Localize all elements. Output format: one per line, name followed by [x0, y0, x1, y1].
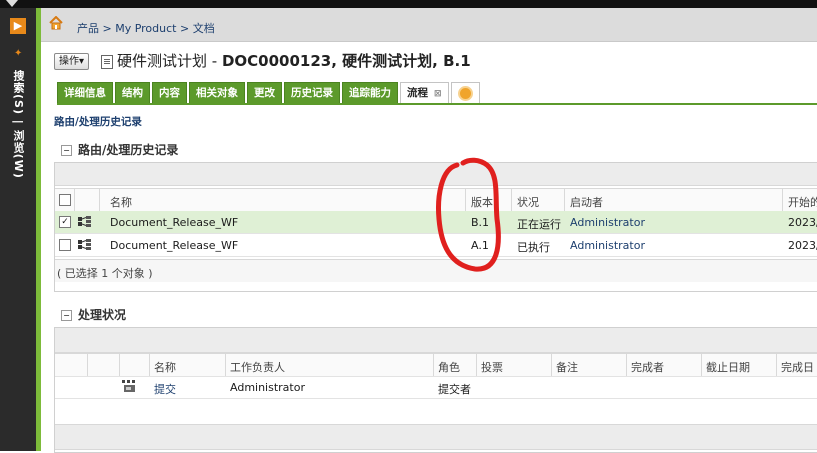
- column-comment[interactable]: 备注: [556, 359, 578, 375]
- breadcrumb-separator: >: [102, 22, 112, 35]
- title-separator: -: [207, 52, 222, 70]
- breadcrumb-bar: 产品 > My Product > 文档: [41, 8, 817, 42]
- table-toolbar: [55, 163, 817, 186]
- column-initiator[interactable]: 启动者: [570, 194, 603, 210]
- document-icon: [101, 55, 113, 69]
- row-initiator-link[interactable]: Administrator: [570, 239, 645, 252]
- task-name-link[interactable]: 提交: [154, 381, 176, 397]
- table-bottom-bar: [55, 424, 817, 450]
- document-name: 硬件测试计划: [117, 52, 208, 70]
- tab-content[interactable]: 内容: [152, 82, 187, 104]
- add-tab-button[interactable]: [450, 82, 480, 104]
- tab-underline: [57, 103, 817, 105]
- table-row[interactable]: ✓ Document_Release_WF B.1 正在运行 Administr…: [55, 211, 817, 234]
- left-navigator-rail: ▶ ✦ 搜索(S) | 浏览(W): [0, 8, 36, 451]
- workflow-icon: [78, 239, 91, 250]
- tab-structure[interactable]: 结构: [115, 82, 150, 104]
- row-start: 2023/: [788, 239, 817, 252]
- selection-count: ( 已选择 1 个对象 ): [57, 267, 153, 280]
- tab-history[interactable]: 历史记录: [284, 82, 340, 104]
- task-role: 提交者: [438, 383, 471, 396]
- column-vote[interactable]: 投票: [481, 359, 503, 375]
- breadcrumb: 产品 > My Product > 文档: [77, 20, 215, 36]
- expand-navigator-icon[interactable]: ▶: [10, 18, 26, 34]
- row-version: A.1: [471, 239, 489, 252]
- breadcrumb-item-product[interactable]: 产品: [77, 22, 99, 35]
- tab-details[interactable]: 详细信息: [57, 82, 113, 104]
- column-owner[interactable]: 工作负责人: [230, 359, 285, 375]
- column-completion-date[interactable]: 完成日: [781, 359, 814, 375]
- row-name[interactable]: Document_Release_WF: [110, 239, 238, 252]
- table-header-row: 名称 版本 状况 启动者 开始的: [55, 188, 817, 212]
- routing-section-title: 路由/处理历史记录: [78, 143, 179, 157]
- table-row[interactable]: 提交 Administrator 提交者: [55, 376, 817, 399]
- process-section-title: 处理状况: [78, 308, 127, 322]
- column-version[interactable]: 版本: [471, 194, 493, 210]
- tab-process-label: 流程: [407, 87, 428, 99]
- breadcrumb-separator: >: [179, 22, 190, 35]
- close-tab-icon[interactable]: ⊠: [434, 89, 442, 99]
- column-name[interactable]: 名称: [110, 194, 132, 210]
- row-status: 正在运行: [517, 218, 561, 231]
- select-all-checkbox[interactable]: [59, 194, 71, 206]
- table-header-row: 名称 工作负责人 角色 投票 备注 完成者 截止日期 完成日: [55, 353, 817, 377]
- tab-related-objects[interactable]: 相关对象: [189, 82, 245, 104]
- document-identity: DOC0000123, 硬件测试计划, B.1: [221, 52, 471, 70]
- page-subtitle: 路由/处理历史记录: [54, 116, 142, 128]
- breadcrumb-item-my-product[interactable]: My Product: [115, 22, 176, 35]
- row-initiator-link[interactable]: Administrator: [570, 216, 645, 229]
- process-section-header[interactable]: − 处理状况: [61, 306, 126, 323]
- row-name[interactable]: Document_Release_WF: [110, 216, 238, 229]
- column-status[interactable]: 状况: [517, 194, 539, 210]
- row-checkbox[interactable]: [59, 239, 71, 251]
- pin-icon[interactable]: ✦: [14, 48, 22, 59]
- task-icon: [122, 380, 135, 392]
- row-version: B.1: [471, 216, 490, 229]
- column-role[interactable]: 角色: [438, 359, 460, 375]
- column-start[interactable]: 开始的: [788, 194, 817, 210]
- main-content: 产品 > My Product > 文档 操作▾ 硬件测试计划 - DOC000…: [41, 8, 817, 453]
- column-name[interactable]: 名称: [154, 359, 176, 375]
- tab-traceability[interactable]: 追踪能力: [342, 82, 398, 104]
- row-start: 2023/: [788, 216, 817, 229]
- column-completed-by[interactable]: 完成者: [631, 359, 664, 375]
- routing-history-table: 名称 版本 状况 启动者 开始的 ✓ Document_Release_WF B…: [54, 162, 817, 292]
- tab-changes[interactable]: 更改: [247, 82, 282, 104]
- collapse-icon[interactable]: −: [61, 310, 72, 321]
- row-status: 已执行: [517, 241, 550, 254]
- table-footer: ( 已选择 1 个对象 ): [55, 259, 817, 282]
- row-checkbox[interactable]: ✓: [59, 216, 71, 228]
- routing-section-header[interactable]: − 路由/处理历史记录: [61, 141, 178, 158]
- actions-menu-button[interactable]: 操作▾: [54, 53, 90, 70]
- top-strip: [0, 0, 817, 8]
- navigator-search-browse-label[interactable]: 搜索(S) | 浏览(W): [10, 70, 26, 179]
- chevron-down-icon: ▾: [79, 56, 85, 67]
- add-tab-icon: [457, 85, 473, 101]
- info-page-tabs: 详细信息 结构 内容 相关对象 更改 历史记录 追踪能力 流程 ⊠: [57, 82, 482, 104]
- collapse-icon[interactable]: −: [61, 145, 72, 156]
- task-owner: Administrator: [230, 381, 305, 394]
- app-logo-icon: [6, 0, 18, 7]
- process-status-table: 名称 工作负责人 角色 投票 备注 完成者 截止日期 完成日 提交 Admini…: [54, 327, 817, 453]
- page-title: 硬件测试计划 - DOC0000123, 硬件测试计划, B.1: [117, 50, 471, 71]
- table-row[interactable]: Document_Release_WF A.1 已执行 Administrato…: [55, 234, 817, 257]
- tab-process[interactable]: 流程 ⊠: [400, 82, 449, 103]
- actions-label: 操作: [59, 56, 79, 67]
- breadcrumb-item-document[interactable]: 文档: [193, 22, 215, 35]
- table-toolbar: [55, 328, 817, 353]
- home-icon[interactable]: [49, 16, 63, 30]
- column-due-date[interactable]: 截止日期: [706, 359, 750, 375]
- workflow-icon: [78, 216, 91, 227]
